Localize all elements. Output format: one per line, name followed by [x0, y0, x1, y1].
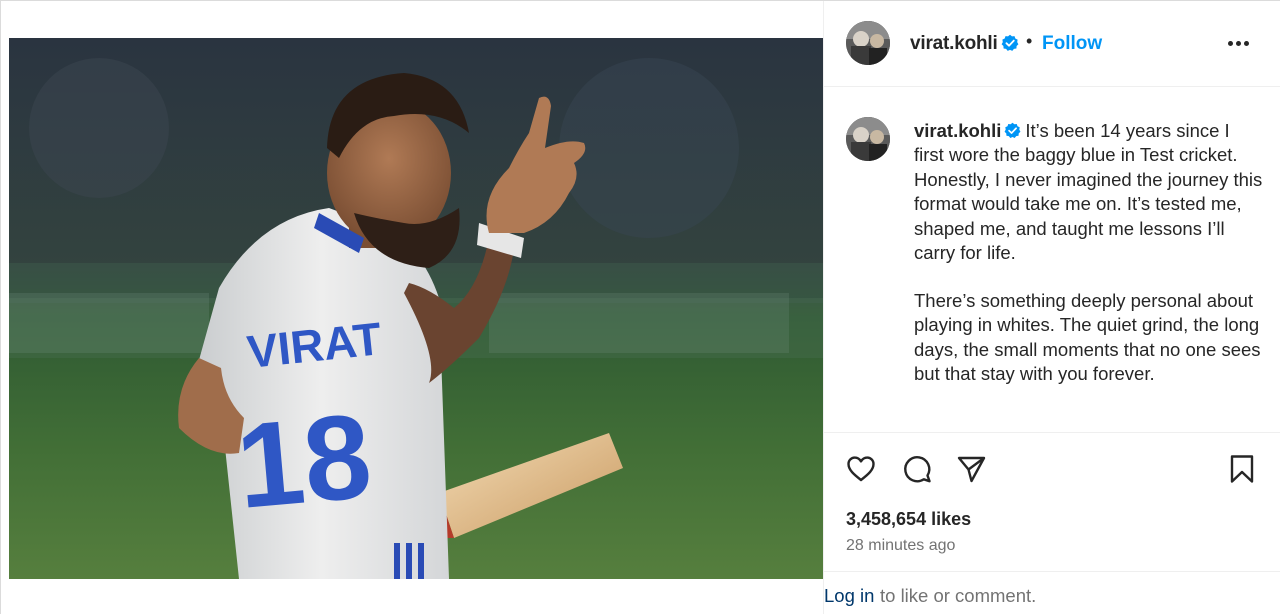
more-options-icon[interactable] — [1226, 35, 1252, 53]
comment-bubble-icon[interactable] — [901, 453, 933, 485]
caption-paragraph-1: virat.kohli It’s been 14 years since I f… — [914, 119, 1264, 265]
post-header: virat.kohli • Follow — [824, 1, 1280, 87]
heart-icon[interactable] — [845, 453, 877, 485]
caption-paragraph-2: There’s something deeply personal about … — [914, 289, 1264, 387]
avatar-image — [846, 117, 890, 161]
caption-area: virat.kohli It’s been 14 years since I f… — [824, 87, 1280, 433]
post-photo[interactable]: VIRAT 18 — [9, 38, 823, 579]
caption-author-avatar[interactable] — [846, 117, 890, 161]
author-avatar[interactable] — [846, 21, 890, 65]
avatar-image — [846, 21, 890, 65]
media-area: VIRAT 18 — [1, 1, 823, 614]
likes-count[interactable]: 3,458,654 likes — [846, 509, 971, 530]
author-username[interactable]: virat.kohli — [910, 33, 998, 55]
login-prompt: Log in to like or comment. — [824, 571, 1280, 614]
verified-badge-icon — [1004, 122, 1021, 139]
paper-plane-icon[interactable] — [955, 453, 987, 485]
svg-text:18: 18 — [232, 389, 377, 534]
separator-dot: • — [1026, 31, 1032, 52]
caption-body-1: It’s been 14 years since I first wore th… — [914, 120, 1262, 263]
follow-button[interactable]: Follow — [1042, 33, 1102, 55]
bookmark-icon[interactable] — [1226, 453, 1258, 485]
post-side-panel: virat.kohli • Follow — [823, 1, 1280, 614]
login-link[interactable]: Log in — [824, 585, 874, 607]
caption-username[interactable]: virat.kohli — [914, 120, 1001, 141]
post-actions-bar — [824, 433, 1280, 503]
post-frame: VIRAT 18 virat.kohli — [0, 0, 1280, 614]
post-timestamp[interactable]: 28 minutes ago — [846, 537, 955, 555]
login-prompt-text: to like or comment. — [880, 585, 1036, 607]
cricketer-photo-illustration: VIRAT 18 — [9, 38, 823, 579]
verified-badge-icon — [1001, 34, 1019, 52]
